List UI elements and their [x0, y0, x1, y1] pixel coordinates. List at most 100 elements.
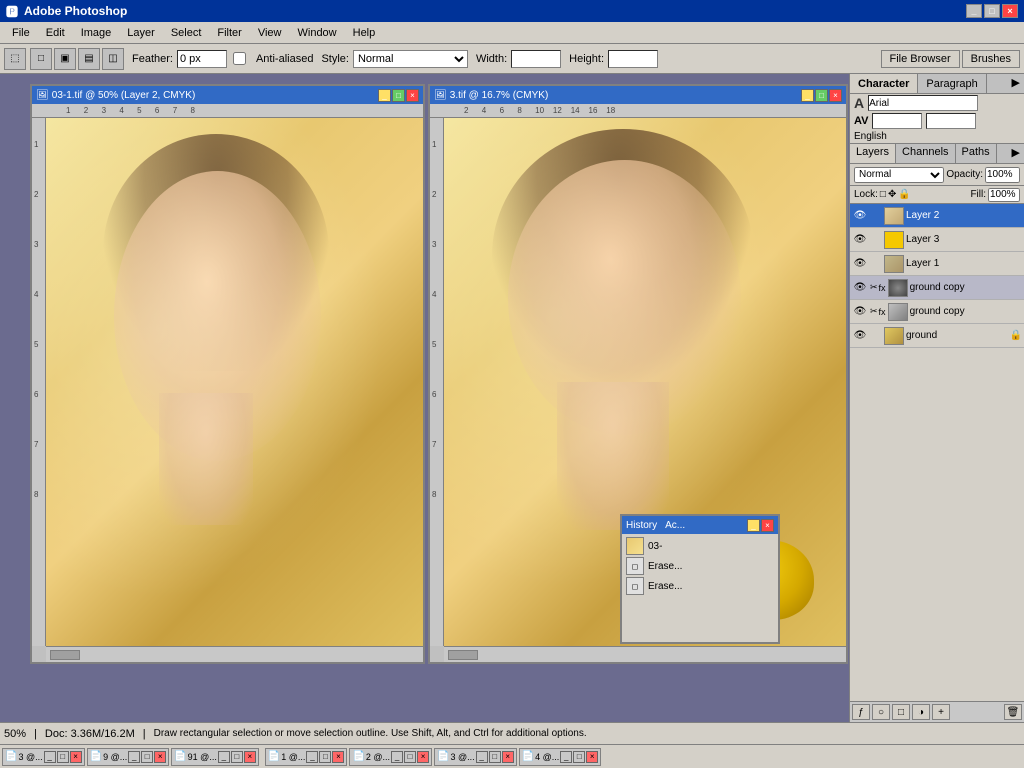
- taskbar-min-4[interactable]: _: [306, 751, 318, 763]
- taskbar-min-5[interactable]: _: [391, 751, 403, 763]
- history-close[interactable]: ×: [761, 519, 774, 532]
- doc1-close[interactable]: ×: [406, 89, 419, 102]
- tab-layers[interactable]: Layers: [850, 144, 896, 163]
- width-input[interactable]: [511, 50, 561, 68]
- opacity-input[interactable]: [985, 167, 1020, 183]
- brushes-button[interactable]: Brushes: [962, 50, 1020, 68]
- lock-position-icon[interactable]: ✥: [888, 189, 896, 200]
- doc2-titlebar[interactable]: 🖼 3.tif @ 16.7% (CMYK) _ □ ×: [430, 86, 846, 104]
- history-item-1[interactable]: 03-: [624, 536, 776, 556]
- layer-item-layer1[interactable]: 👁 Layer 1: [850, 252, 1024, 276]
- menu-window[interactable]: Window: [290, 25, 345, 41]
- menu-layer[interactable]: Layer: [119, 25, 163, 41]
- doc2-maximize[interactable]: □: [815, 89, 828, 102]
- options-rect4[interactable]: ◫: [102, 48, 124, 70]
- menu-select[interactable]: Select: [163, 25, 210, 41]
- tab-character[interactable]: Character: [850, 74, 918, 93]
- history-ac-tab[interactable]: Ac...: [665, 520, 685, 531]
- new-group-btn[interactable]: □: [892, 704, 910, 720]
- tab-channels[interactable]: Channels: [896, 144, 955, 163]
- doc1-maximize[interactable]: □: [392, 89, 405, 102]
- layer-item-bgcopy2[interactable]: 👁 ✂ fx ground copy: [850, 300, 1024, 324]
- taskbar-close-2[interactable]: ×: [154, 751, 166, 763]
- menu-image[interactable]: Image: [73, 25, 120, 41]
- taskbar-close-1[interactable]: ×: [70, 751, 82, 763]
- minimize-button[interactable]: _: [966, 4, 982, 18]
- tab-paths[interactable]: Paths: [956, 144, 997, 163]
- new-layer-btn[interactable]: +: [932, 704, 950, 720]
- taskbar-max-4[interactable]: □: [319, 751, 331, 763]
- anti-aliased-checkbox[interactable]: [233, 52, 246, 65]
- taskbar-min-2[interactable]: _: [128, 751, 140, 763]
- layers-panel-menu[interactable]: ▶: [1008, 144, 1024, 163]
- taskbar-item-5[interactable]: 📄 2 @... _ □ ×: [349, 748, 432, 766]
- height-input[interactable]: [608, 50, 658, 68]
- taskbar-min-7[interactable]: _: [560, 751, 572, 763]
- character-panel-menu[interactable]: ▶: [1008, 74, 1024, 93]
- taskbar-min-3[interactable]: _: [218, 751, 230, 763]
- bg-eye[interactable]: 👁: [852, 328, 868, 344]
- taskbar-item-6[interactable]: 📄 3 @... _ □ ×: [434, 748, 517, 766]
- options-rect3[interactable]: ▤: [78, 48, 100, 70]
- doc1-canvas[interactable]: [46, 118, 423, 646]
- taskbar-max-6[interactable]: □: [489, 751, 501, 763]
- doc1-titlebar[interactable]: 🖼 03-1.tif @ 50% (Layer 2, CMYK) _ □ ×: [32, 86, 423, 104]
- doc1-scroll-thumb[interactable]: [50, 650, 80, 660]
- taskbar-item-2[interactable]: 📄 9 @... _ □ ×: [87, 748, 170, 766]
- add-mask-btn[interactable]: ○: [872, 704, 890, 720]
- taskbar-close-5[interactable]: ×: [417, 751, 429, 763]
- taskbar-item-1[interactable]: 📄 3 @... _ □ ×: [2, 748, 85, 766]
- taskbar-max-1[interactable]: □: [57, 751, 69, 763]
- taskbar-max-3[interactable]: □: [231, 751, 243, 763]
- doc2-close[interactable]: ×: [829, 89, 842, 102]
- new-adjustment-btn[interactable]: ◑: [912, 704, 930, 720]
- close-button[interactable]: ×: [1002, 4, 1018, 18]
- layer1-eye[interactable]: 👁: [852, 256, 868, 272]
- taskbar-close-4[interactable]: ×: [332, 751, 344, 763]
- layer-item-bgcopy1[interactable]: 👁 ✂ fx ground copy: [850, 276, 1024, 300]
- menu-filter[interactable]: Filter: [209, 25, 249, 41]
- history-minimize[interactable]: _: [747, 519, 760, 532]
- add-layer-style-btn[interactable]: ƒ: [852, 704, 870, 720]
- font-family-input[interactable]: [868, 95, 978, 111]
- blend-mode-select[interactable]: Normal Multiply Screen: [854, 167, 944, 183]
- doc2-scrollbar-h[interactable]: [444, 646, 846, 662]
- maximize-button[interactable]: □: [984, 4, 1000, 18]
- bgcopy2-eye[interactable]: 👁: [852, 304, 868, 320]
- layer3-eye[interactable]: 👁: [852, 232, 868, 248]
- leading-input[interactable]: [926, 113, 976, 129]
- menu-view[interactable]: View: [250, 25, 290, 41]
- history-titlebar[interactable]: History Ac... _ ×: [622, 516, 778, 534]
- lock-pixels-icon[interactable]: □: [880, 189, 886, 200]
- taskbar-min-1[interactable]: _: [44, 751, 56, 763]
- taskbar-item-3[interactable]: 📄 91 @... _ □ ×: [171, 748, 259, 766]
- lock-all-icon[interactable]: 🔒: [898, 189, 910, 200]
- layer2-eye[interactable]: 👁: [852, 208, 868, 224]
- menu-file[interactable]: File: [4, 25, 38, 41]
- menu-edit[interactable]: Edit: [38, 25, 73, 41]
- bgcopy1-eye[interactable]: 👁: [852, 280, 868, 296]
- doc2-minimize[interactable]: _: [801, 89, 814, 102]
- taskbar-max-5[interactable]: □: [404, 751, 416, 763]
- feather-input[interactable]: [177, 50, 227, 68]
- menu-help[interactable]: Help: [345, 25, 384, 41]
- font-size-input[interactable]: [872, 113, 922, 129]
- doc1-minimize[interactable]: _: [378, 89, 391, 102]
- layer-item-bg[interactable]: 👁 ground 🔒: [850, 324, 1024, 348]
- taskbar-close-6[interactable]: ×: [502, 751, 514, 763]
- history-item-2[interactable]: ◻ Erase...: [624, 556, 776, 576]
- layer-item-layer3[interactable]: 👁 Layer 3: [850, 228, 1024, 252]
- doc2-scroll-thumb[interactable]: [448, 650, 478, 660]
- taskbar-min-6[interactable]: _: [476, 751, 488, 763]
- file-browser-button[interactable]: File Browser: [881, 50, 960, 68]
- taskbar-close-3[interactable]: ×: [244, 751, 256, 763]
- taskbar-close-7[interactable]: ×: [586, 751, 598, 763]
- doc1-scrollbar-h[interactable]: [46, 646, 423, 662]
- options-rect2[interactable]: ▣: [54, 48, 76, 70]
- taskbar-item-4[interactable]: 📄 1 @... _ □ ×: [265, 748, 348, 766]
- delete-layer-btn[interactable]: 🗑: [1004, 704, 1022, 720]
- style-select[interactable]: Normal Fixed Aspect Ratio Fixed Size: [353, 50, 468, 68]
- taskbar-max-2[interactable]: □: [141, 751, 153, 763]
- taskbar-item-7[interactable]: 📄 4 @... _ □ ×: [519, 748, 602, 766]
- options-rect1[interactable]: □: [30, 48, 52, 70]
